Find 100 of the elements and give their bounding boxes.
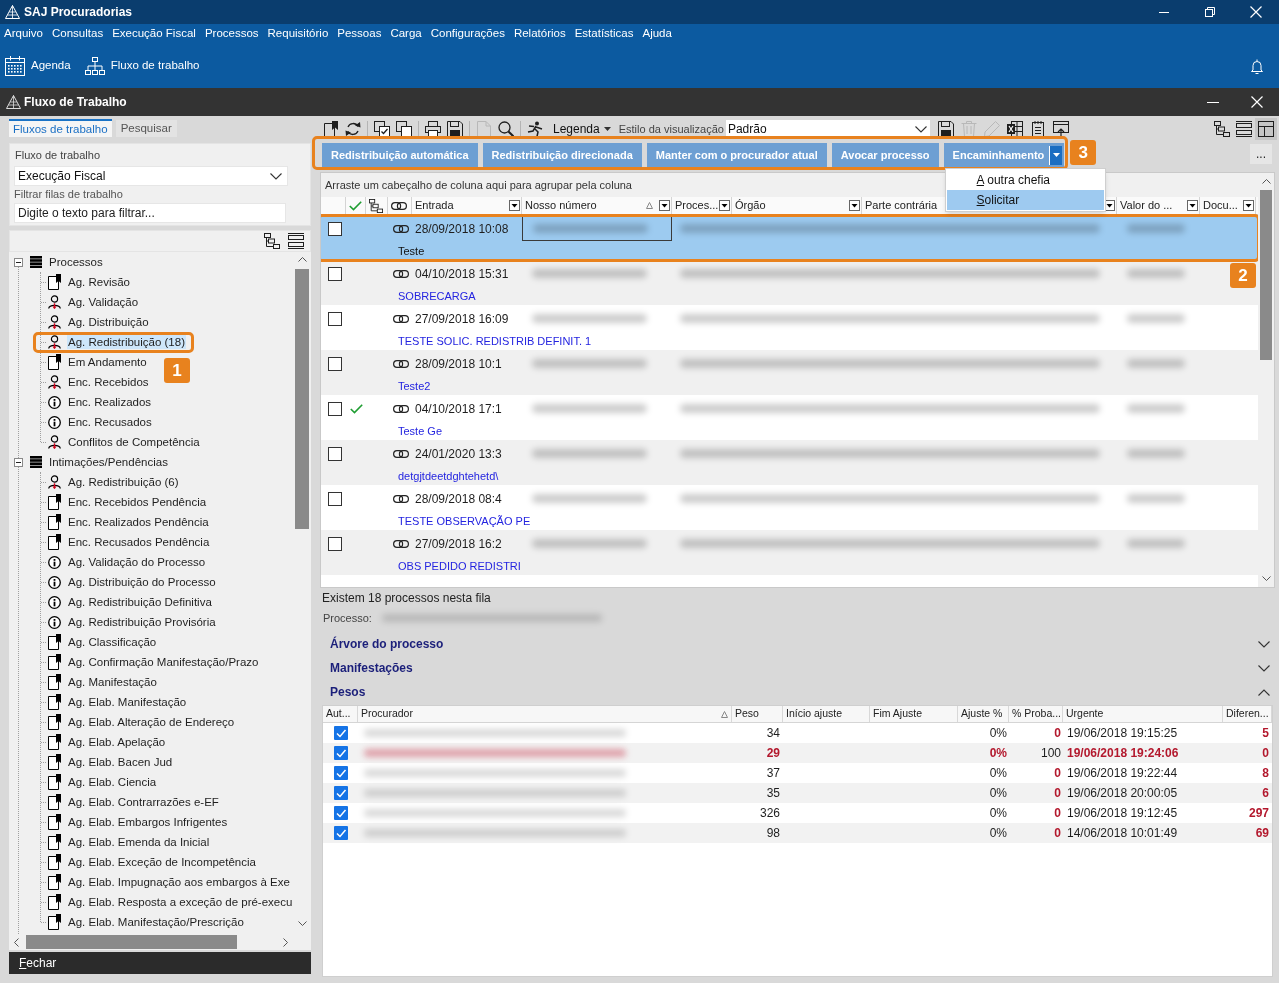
- tree-item[interactable]: Ag. Elab. Emenda da Inicial: [67, 835, 211, 849]
- window-icon[interactable]: [1052, 121, 1069, 137]
- checkbox[interactable]: [333, 806, 348, 820]
- menu-item[interactable]: Configurações: [430, 28, 505, 40]
- tree-item[interactable]: Ag. Classificação: [67, 635, 158, 649]
- tree-item[interactable]: Ag. Distribuição: [67, 315, 150, 329]
- toolbar-button[interactable]: Fluxo de trabalho: [84, 57, 200, 75]
- checkbox[interactable]: [328, 311, 342, 326]
- minimize-icon[interactable]: [1207, 101, 1219, 103]
- notepad-icon[interactable]: [1029, 121, 1046, 137]
- checkbox[interactable]: [328, 446, 342, 461]
- tree-item[interactable]: Ag. Validação: [67, 295, 140, 309]
- tree-item[interactable]: Ag. Elab. Embargos Infrigentes: [67, 815, 229, 829]
- filter-dropdown-icon[interactable]: [509, 200, 520, 211]
- filter-dropdown-icon[interactable]: [1187, 200, 1198, 211]
- scroll-down-icon[interactable]: [1261, 576, 1271, 581]
- tree-item[interactable]: Ag. Elab. Contrarrazões e-EF: [67, 795, 220, 809]
- hierarchy-icon[interactable]: [264, 233, 280, 249]
- column-header[interactable]: Nosso número: [525, 197, 597, 214]
- section-title[interactable]: Árvore do processo: [330, 635, 444, 653]
- tree-item[interactable]: Enc. Realizados Pendência: [67, 515, 210, 529]
- menu-item[interactable]: Ajuda: [642, 28, 672, 40]
- link-icon[interactable]: [393, 224, 409, 233]
- rows-icon[interactable]: [1236, 121, 1252, 137]
- scrollbar-thumb[interactable]: [295, 269, 309, 529]
- checked-box-icon[interactable]: [374, 121, 390, 137]
- tree-item[interactable]: Enc. Realizados: [67, 395, 153, 409]
- menu-item[interactable]: Execução Fiscal: [112, 28, 196, 40]
- filter-dropdown-icon[interactable]: [1104, 200, 1115, 211]
- grid-row[interactable]: 28/09/2018 10:08 Teste: [321, 215, 1258, 260]
- tree-item[interactable]: Ag. Elab. Bacen Jud: [67, 755, 174, 769]
- scroll-up-icon[interactable]: [297, 257, 307, 262]
- tree-item[interactable]: Processos: [48, 255, 104, 269]
- tree-item[interactable]: Enc. Recebidos Pendência: [67, 495, 208, 509]
- tree-item[interactable]: Enc. Recusados Pendência: [67, 535, 211, 549]
- hierarchy-icon[interactable]: [1214, 121, 1230, 137]
- toolbar-button[interactable]: Agenda: [5, 56, 71, 76]
- checkbox[interactable]: [333, 726, 348, 740]
- column-header[interactable]: Órgão: [735, 197, 766, 214]
- tree-item[interactable]: Em Andamento: [67, 355, 148, 369]
- tree-item[interactable]: Ag. Elab. Ciencia: [67, 775, 158, 789]
- checkbox[interactable]: [333, 826, 348, 840]
- scroll-up-icon[interactable]: [1261, 179, 1271, 184]
- checkbox[interactable]: [333, 766, 348, 780]
- tree-item[interactable]: Ag. Elab. Manifestação: [67, 695, 188, 709]
- chevron-down-icon[interactable]: [1258, 664, 1270, 672]
- link-icon[interactable]: [393, 404, 409, 413]
- column-header[interactable]: Docu...: [1203, 197, 1238, 214]
- checkbox[interactable]: [333, 786, 348, 800]
- column-header[interactable]: % Proba...: [1012, 706, 1062, 722]
- menu-item[interactable]: A outra chefia: [946, 170, 1104, 190]
- grid-row[interactable]: 28/09/2018 10:1 Teste2: [321, 350, 1258, 395]
- checkbox[interactable]: [328, 536, 342, 551]
- tree-item[interactable]: Ag. Elab. Alteração de Endereço: [67, 715, 236, 729]
- section-title[interactable]: Manifestações: [330, 659, 413, 677]
- link-icon[interactable]: [393, 494, 409, 503]
- collapse-toggle-icon[interactable]: [14, 457, 23, 467]
- menu-item[interactable]: Estatísticas: [574, 28, 634, 40]
- bell-icon[interactable]: [1251, 58, 1263, 74]
- column-header[interactable]: Procurador: [361, 706, 413, 722]
- checkbox[interactable]: [328, 356, 342, 371]
- column-header[interactable]: Peso: [735, 706, 759, 722]
- spreadsheet-icon[interactable]: [1006, 121, 1023, 137]
- bookmark-page-icon[interactable]: [323, 121, 339, 137]
- tree-item[interactable]: Ag. Elab. Exceção de Incompetência: [67, 855, 257, 869]
- workflow-select[interactable]: Execução Fiscal: [14, 166, 288, 186]
- tree-item[interactable]: Enc. Recebidos: [67, 375, 150, 389]
- running-person-icon[interactable]: [527, 121, 543, 137]
- more-button[interactable]: ...: [1250, 144, 1272, 164]
- printer-icon[interactable]: [425, 121, 441, 137]
- tab[interactable]: Pesquisar: [115, 120, 177, 137]
- menu-item[interactable]: Relatórios: [513, 28, 566, 40]
- menu-item[interactable]: Carga: [390, 28, 422, 40]
- filter-dropdown-icon[interactable]: [1243, 200, 1254, 211]
- scrollbar-thumb[interactable]: [26, 935, 237, 949]
- tab[interactable]: Fluxos de trabalho: [9, 119, 112, 137]
- column-header[interactable]: Urgente: [1066, 706, 1104, 722]
- column-header[interactable]: Parte contrária: [865, 197, 938, 214]
- link-icon[interactable]: [393, 449, 409, 458]
- menu-item[interactable]: Consultas: [52, 28, 104, 40]
- tree-item[interactable]: Ag. Confirmação Manifestação/Prazo: [67, 655, 260, 669]
- checkbox[interactable]: [328, 401, 342, 416]
- filter-dropdown-icon[interactable]: [849, 200, 860, 211]
- column-header[interactable]: Ajuste %: [961, 706, 1003, 722]
- menu-item[interactable]: Requisitório: [267, 28, 329, 40]
- tree-item[interactable]: Ag. Redistribuição (6): [67, 475, 180, 489]
- grid-row[interactable]: 24/01/2020 13:3 detgjtdeetdghtehetd\: [321, 440, 1258, 485]
- grid-row[interactable]: 27/09/2018 16:2 OBS PEDIDO REDISTRI: [321, 530, 1258, 575]
- tree-item[interactable]: Ag. Manifestação: [67, 675, 158, 689]
- link-icon[interactable]: [393, 359, 409, 368]
- menu-item[interactable]: Pessoas: [337, 28, 382, 40]
- tree-item[interactable]: Ag. Distribuição do Processo: [67, 575, 217, 589]
- filter-dropdown-icon[interactable]: [719, 200, 730, 211]
- dropdown-arrow-button[interactable]: [1049, 145, 1063, 165]
- chevron-up-icon[interactable]: [1258, 688, 1270, 696]
- checkbox[interactable]: [328, 491, 342, 506]
- minimize-icon[interactable]: [1159, 11, 1169, 13]
- rows-icon[interactable]: [288, 233, 304, 249]
- collapse-toggle-icon[interactable]: [14, 257, 23, 267]
- checkbox[interactable]: [333, 746, 348, 760]
